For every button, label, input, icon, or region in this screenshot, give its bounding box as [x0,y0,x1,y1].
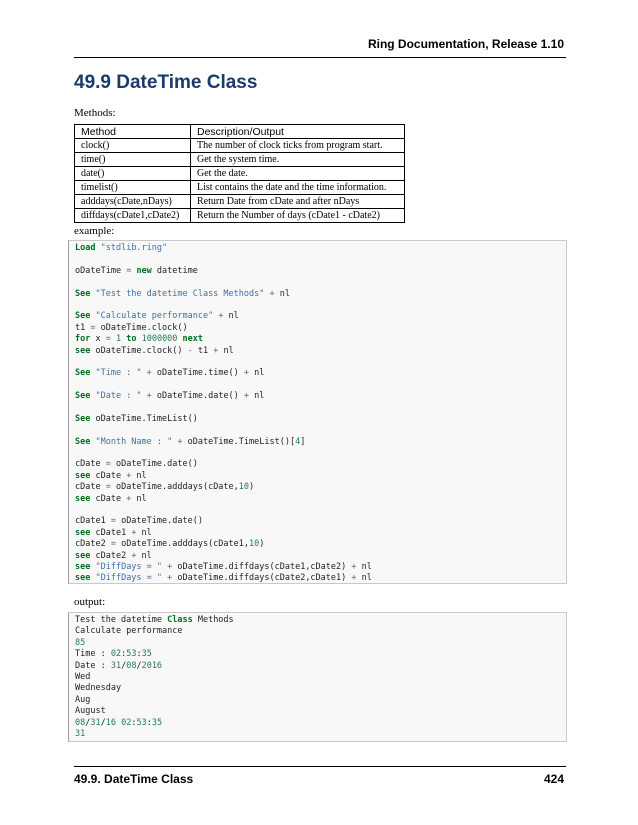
output-code-line: Aug [75,694,91,705]
output-code-line: August [75,706,106,717]
footer-divider [74,766,566,767]
method-cell: time() [74,152,191,167]
example-code-line: cDate = oDateTime.adddays(cDate,10) [75,482,255,493]
column-header-description: Description/Output [190,124,405,139]
table-row: time() Get the system time. [74,152,405,167]
example-code-line: t1 = oDateTime.clock() [75,322,188,333]
method-cell: timelist() [74,180,191,195]
method-cell: date() [74,166,191,181]
example-code-line: see cDate1 + nl [75,527,152,538]
example-code-line: see "DiffDays = " + oDateTime.diffdays(c… [75,573,372,584]
output-code-line: 08/31/16 02:53:35 [75,717,163,728]
example-code-line: See "Date : " + oDateTime.date() + nl [75,391,265,402]
example-code-line [75,254,560,265]
example-code-line [75,357,560,368]
method-cell: adddays(cDate,nDays) [74,194,191,209]
example-code-line: see cDate + nl [75,470,147,481]
section-title: 49.9 DateTime Class [74,72,258,93]
table-row: timelist() List contains the date and the… [74,180,405,195]
methods-label: Methods: [74,107,116,119]
example-code-line [75,505,560,516]
example-code-line: See "Calculate performance" + nl [75,311,239,322]
example-code-line: for x = 1 to 1000000 next [75,334,204,345]
output-code-line: Calculate performance [75,626,183,637]
table-row: adddays(cDate,nDays) Return Date from cDa… [74,194,405,209]
method-cell: clock() [74,138,191,153]
description-cell: Return the Number of days (cDate1 - cDat… [190,208,405,223]
example-code-line: see cDate2 + nl [75,550,152,561]
output-code-line: Date : 31/08/2016 [75,660,163,671]
example-code-line [75,402,560,413]
example-code-line: oDateTime = new datetime [75,265,198,276]
example-code-block: Load "stdlib.ring" oDateTime = new datet… [68,240,567,584]
header-divider [74,57,566,58]
method-cell: diffdays(cDate1,cDate2) [74,208,191,223]
example-code-line: see "DiffDays = " + oDateTime.diffdays(c… [75,561,372,572]
running-header: Ring Documentation, Release 1.10 [367,37,564,51]
output-code-line: 85 [75,637,86,648]
description-cell: Get the date. [190,166,405,181]
output-code-line: Wed [75,671,91,682]
example-code-line: See oDateTime.TimeList() [75,413,198,424]
example-code-line: see oDateTime.clock() - t1 + nl [75,345,234,356]
output-code-line: Test the datetime Class Methods [75,615,234,625]
example-code-line [75,448,560,459]
description-cell: Return Date from cDate and after nDays [190,194,405,209]
methods-table: Method Description/Output clock() The num… [74,124,405,223]
example-code-line [75,300,560,311]
description-cell: Get the system time. [190,152,405,167]
example-code-line: See "Month Name : " + oDateTime.TimeList… [75,436,306,447]
table-row: date() Get the date. [74,166,405,181]
table-row: diffdays(cDate1,cDate2) Return the Number… [74,208,405,223]
output-code-block: Test the datetime Class Methods Calculate… [68,612,567,742]
output-code-line: Wednesday [75,683,122,694]
example-code-line: cDate2 = oDateTime.adddays(cDate1,10) [75,539,265,550]
example-code-line [75,277,560,288]
example-code-line [75,425,560,436]
example-code-line: cDate = oDateTime.date() [75,459,198,470]
output-code-line: 31 [75,728,86,739]
footer-section: 49.9. DateTime Class [74,772,194,786]
example-code-line [75,380,560,391]
output-code-line: Time : 02:53:35 [75,649,152,660]
example-code-line: cDate1 = oDateTime.date() [75,516,203,527]
example-code-line: See "Time : " + oDateTime.time() + nl [75,368,265,379]
table-header-row: Method Description/Output [74,124,405,139]
page-number: 424 [543,772,564,786]
description-cell: List contains the date and the time info… [190,180,405,195]
output-label: output: [74,596,106,608]
example-code-line: See "Test the datetime Class Methods" + … [75,288,290,299]
example-code-line: see cDate + nl [75,493,147,504]
example-label: example: [74,225,115,237]
column-header-method: Method [74,124,191,139]
description-cell: The number of clock ticks from program s… [190,138,405,153]
table-row: clock() The number of clock ticks from pr… [74,138,405,153]
example-code-line: Load "stdlib.ring" [75,243,168,253]
